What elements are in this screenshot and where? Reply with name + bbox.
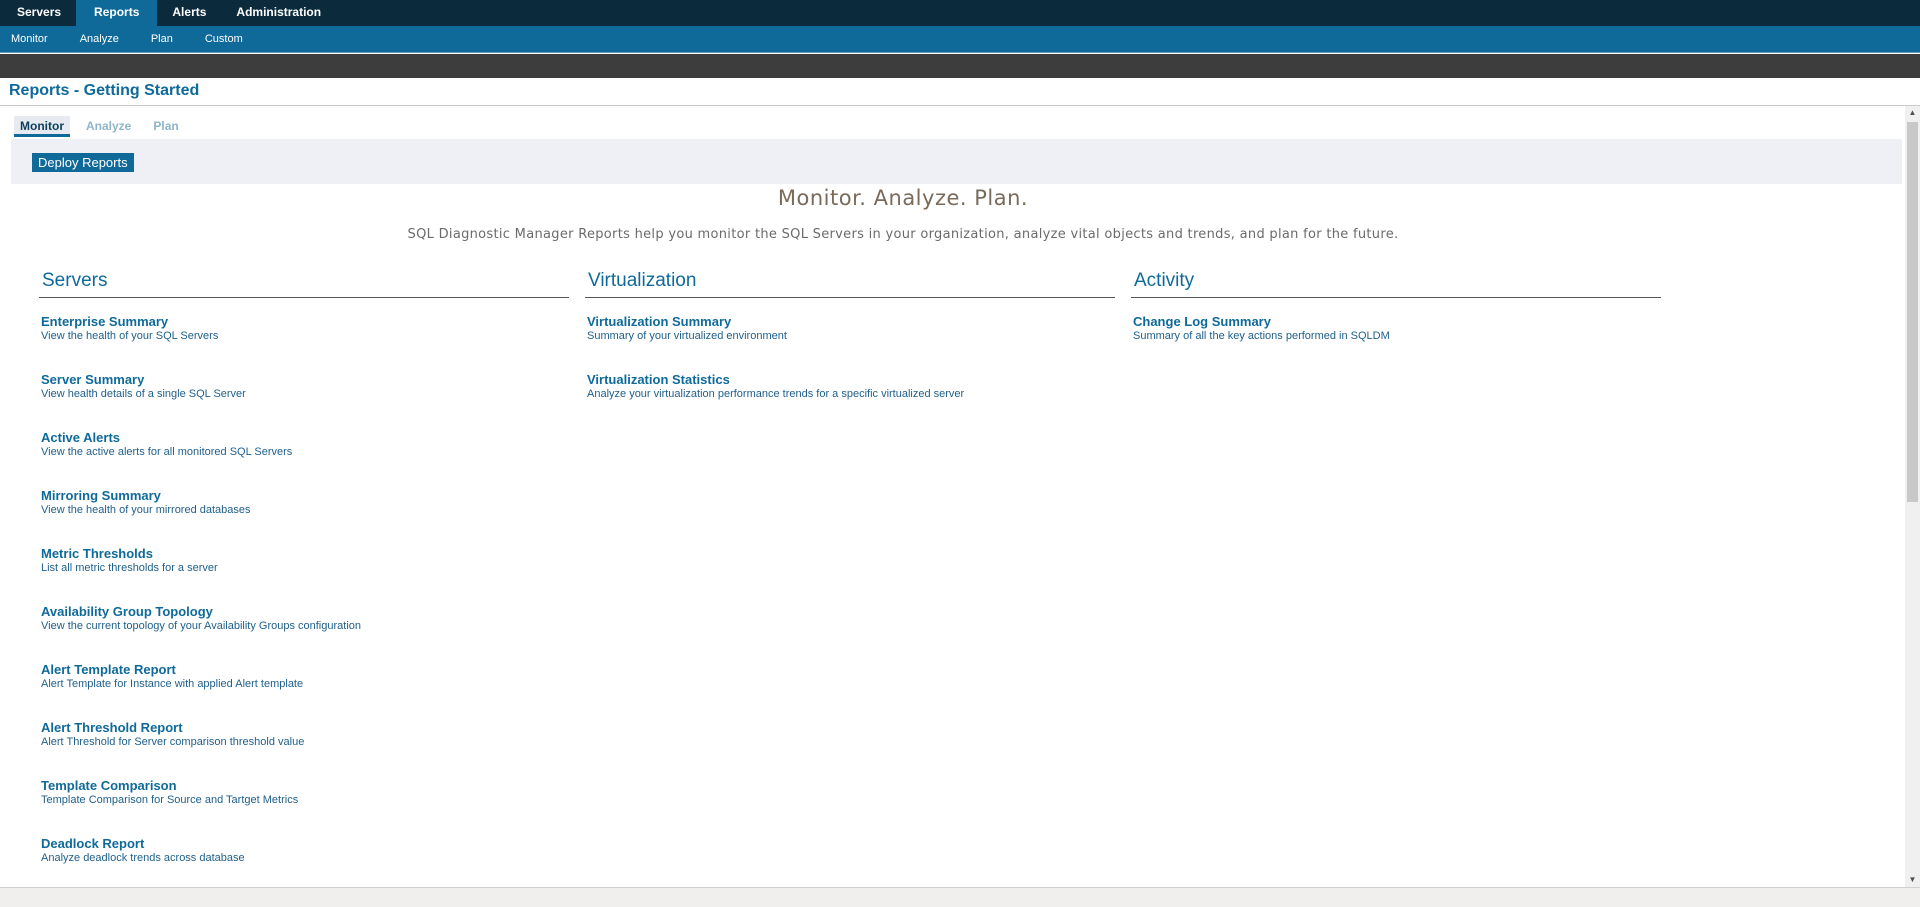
report-description: Analyze your virtualization performance … — [587, 388, 965, 400]
report-link-change-log-summary[interactable]: Change Log Summary — [1133, 314, 1661, 329]
report-description: Alert Threshold for Server comparison th… — [41, 736, 305, 748]
report-item: Availability Group Topology View the cur… — [41, 588, 569, 646]
report-link-metric-thresholds[interactable]: Metric Thresholds — [41, 546, 569, 561]
scrollbar-thumb[interactable] — [1907, 122, 1918, 502]
report-link-availability-group-topology[interactable]: Availability Group Topology — [41, 604, 569, 619]
report-link-deadlock-report[interactable]: Deadlock Report — [41, 836, 569, 851]
vertical-scrollbar[interactable]: ▲ ▼ — [1905, 106, 1920, 887]
report-description: List all metric thresholds for a server — [41, 562, 218, 574]
status-bar — [0, 887, 1920, 907]
report-item: Active Alerts View the active alerts for… — [41, 414, 569, 472]
report-link-virtualization-summary[interactable]: Virtualization Summary — [587, 314, 1115, 329]
report-item: Virtualization Statistics Analyze your v… — [587, 356, 1115, 414]
top-tab-servers[interactable]: Servers — [2, 0, 76, 26]
subnav-plan[interactable]: Plan — [143, 33, 181, 45]
subnav-custom[interactable]: Custom — [197, 33, 251, 45]
report-link-server-summary[interactable]: Server Summary — [41, 372, 569, 387]
report-item: Mirroring Summary View the health of you… — [41, 472, 569, 530]
report-item: Enterprise Summary View the health of yo… — [41, 298, 569, 356]
report-link-alert-threshold-report[interactable]: Alert Threshold Report — [41, 720, 569, 735]
report-item: Virtualization Summary Summary of your v… — [587, 298, 1115, 356]
report-link-template-comparison[interactable]: Template Comparison — [41, 778, 569, 793]
report-item: Server Summary View health details of a … — [41, 356, 569, 414]
top-tab-alerts[interactable]: Alerts — [157, 0, 221, 26]
subnav-monitor[interactable]: Monitor — [3, 33, 56, 45]
toolbar-strip — [0, 54, 1920, 78]
servers-column: Servers Enterprise Summary View the heal… — [39, 270, 569, 878]
deploy-reports-button[interactable]: Deploy Reports — [32, 153, 134, 172]
section-heading-servers: Servers — [39, 270, 569, 298]
report-description: View the active alerts for all monitored… — [41, 446, 293, 458]
section-heading-activity: Activity — [1131, 270, 1661, 298]
scroll-down-arrow-icon[interactable]: ▼ — [1905, 873, 1920, 887]
report-item: Alert Template Report Alert Template for… — [41, 646, 569, 704]
top-tab-reports[interactable]: Reports — [76, 0, 158, 26]
report-link-alert-template-report[interactable]: Alert Template Report — [41, 662, 569, 677]
report-link-active-alerts[interactable]: Active Alerts — [41, 430, 569, 445]
scroll-up-arrow-icon[interactable]: ▲ — [1905, 106, 1920, 120]
report-description: Analyze deadlock trends across database — [41, 852, 245, 864]
report-description: Summary of your virtualized environment — [587, 330, 787, 342]
report-item: Template Comparison Template Comparison … — [41, 762, 569, 820]
report-description: View the health of your mirrored databas… — [41, 504, 251, 516]
top-navigation: Servers Reports Alerts Administration — [0, 0, 1920, 26]
subnav-analyze[interactable]: Analyze — [72, 33, 127, 45]
report-link-mirroring-summary[interactable]: Mirroring Summary — [41, 488, 569, 503]
report-description: Summary of all the key actions performed… — [1133, 330, 1390, 342]
tab-analyze[interactable]: Analyze — [80, 116, 137, 137]
report-link-enterprise-summary[interactable]: Enterprise Summary — [41, 314, 569, 329]
hero-title: Monitor. Analyze. Plan. — [777, 186, 1029, 210]
page-title: Reports - Getting Started — [9, 82, 200, 99]
top-tab-administration[interactable]: Administration — [221, 0, 336, 26]
section-heading-virtualization: Virtualization — [585, 270, 1115, 298]
activity-column: Activity Change Log Summary Summary of a… — [1131, 270, 1661, 356]
report-description: View the current topology of your Availa… — [41, 620, 361, 632]
report-item: Deadlock Report Analyze deadlock trends … — [41, 820, 569, 878]
sub-navigation: Monitor Analyze Plan Custom — [0, 26, 1920, 53]
report-category-tabs: Monitor Analyze Plan — [14, 116, 195, 137]
report-description: Template Comparison for Source and Tartg… — [41, 794, 299, 806]
report-item: Change Log Summary Summary of all the ke… — [1133, 298, 1661, 356]
virtualization-column: Virtualization Virtualization Summary Su… — [585, 270, 1115, 414]
report-description: View the health of your SQL Servers — [41, 330, 219, 342]
report-description: Alert Template for Instance with applied… — [41, 678, 304, 690]
report-item: Alert Threshold Report Alert Threshold f… — [41, 704, 569, 762]
tab-plan[interactable]: Plan — [147, 116, 184, 137]
report-item: Metric Thresholds List all metric thresh… — [41, 530, 569, 588]
tab-monitor[interactable]: Monitor — [14, 116, 70, 137]
report-link-virtualization-statistics[interactable]: Virtualization Statistics — [587, 372, 1115, 387]
hero-subtitle: SQL Diagnostic Manager Reports help you … — [407, 227, 1399, 242]
report-description: View health details of a single SQL Serv… — [41, 388, 246, 400]
report-content: Monitor Analyze Plan Deploy Reports Moni… — [0, 106, 1902, 887]
deploy-band: Deploy Reports — [11, 139, 1902, 184]
